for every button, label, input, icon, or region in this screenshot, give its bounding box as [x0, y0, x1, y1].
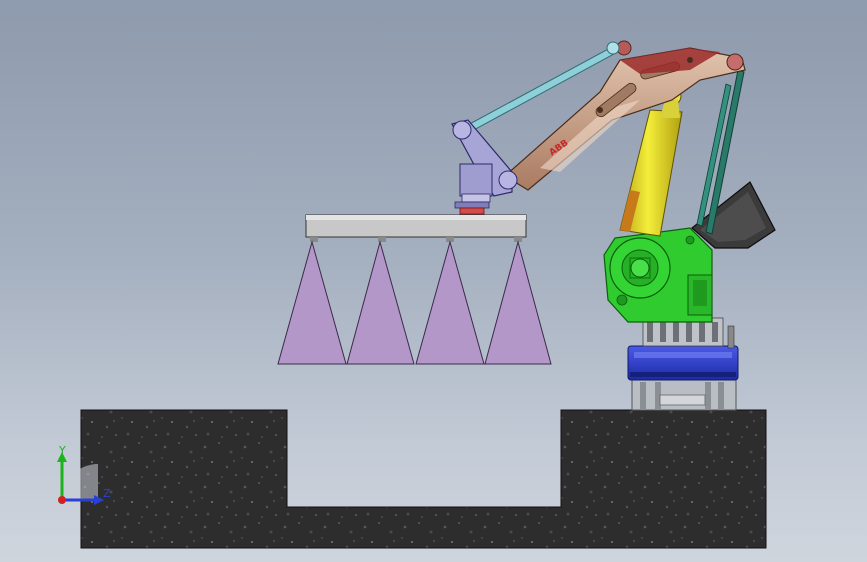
suction-cup	[346, 240, 415, 365]
triad-plane	[62, 464, 98, 500]
suction-cup	[277, 240, 347, 365]
triad-origin	[58, 496, 66, 504]
robot-pedestal	[631, 377, 737, 411]
suction-cup	[415, 240, 485, 365]
cad-viewport[interactable]: ABB Y Z	[0, 0, 867, 562]
z-axis-label: Z	[103, 487, 111, 500]
suction-cup	[484, 240, 552, 365]
concrete-floor	[80, 409, 767, 549]
scene-canvas[interactable]: ABB Y Z	[0, 0, 867, 562]
suction-cups	[277, 240, 552, 365]
gripper-beam	[305, 214, 527, 242]
wrist	[451, 119, 518, 215]
y-axis-label: Y	[58, 444, 66, 457]
robot-turret	[603, 227, 713, 323]
